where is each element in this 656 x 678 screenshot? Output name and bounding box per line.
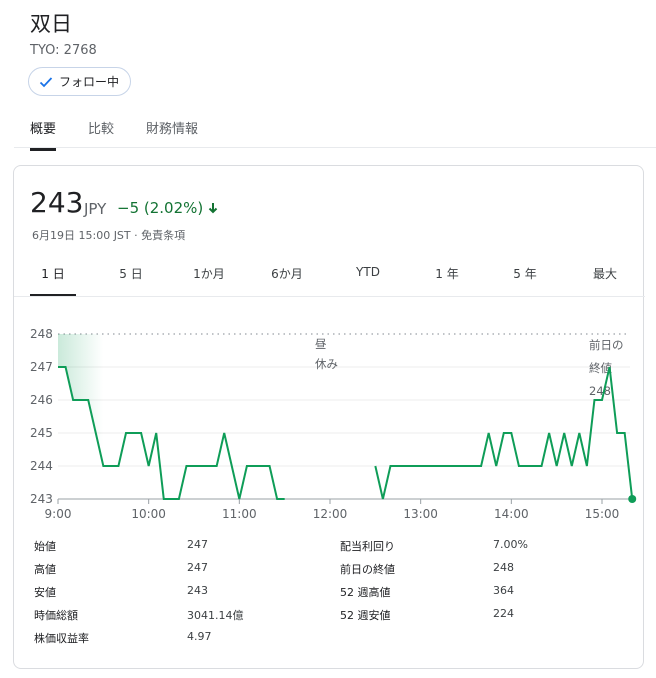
stat-value: 247 <box>187 561 208 574</box>
main-tabs: 概要 比較 財務情報 <box>14 108 656 151</box>
stat-value: 364 <box>493 584 514 597</box>
tab-overview[interactable]: 概要 <box>30 118 57 151</box>
range-6m[interactable]: 6か月 <box>264 265 310 282</box>
follow-button[interactable]: フォロー中 <box>28 67 131 96</box>
range-1d[interactable]: 1 日 <box>30 265 76 282</box>
intraday-chart[interactable]: 248247246245244243前日の終値2489:00 10:00 11:00… <box>14 298 645 528</box>
y-tick-label: 247 <box>30 360 53 374</box>
stat-value: 224 <box>493 607 514 620</box>
current-price: 243 <box>30 186 84 219</box>
range-selector: 1 日 5 日 1か月 6か月 YTD 1 年 5 年 最大 <box>14 252 645 297</box>
stat-value: 4.97 <box>187 630 212 643</box>
range-ytd[interactable]: YTD <box>345 265 391 279</box>
stat-value: 243 <box>187 584 208 597</box>
follow-label: フォロー中 <box>59 75 120 89</box>
stat-52w-high: 52 週高値 364 <box>340 584 620 604</box>
x-tick-label: 15:00 <box>585 507 620 521</box>
stat-value: 247 <box>187 538 208 551</box>
stat-label: 前日の終値 <box>340 563 395 576</box>
quote-timestamp: 6月19日 15:00 JST · 免責条項 <box>32 229 186 242</box>
range-1y[interactable]: 1 年 <box>424 265 470 282</box>
stat-dividend-yield: 配当利回り 7.00% <box>340 538 620 558</box>
stat-label: 時価総額 <box>34 609 78 622</box>
range-5d[interactable]: 5 日 <box>108 265 154 282</box>
previous-close-label: 248 <box>589 384 611 398</box>
stat-value: 248 <box>493 561 514 574</box>
lunch-break-label: 昼 <box>315 337 327 351</box>
stat-high: 高値 247 <box>34 561 314 581</box>
x-tick-label: 10:00 <box>131 507 166 521</box>
y-tick-label: 246 <box>30 393 53 407</box>
y-tick-label: 244 <box>30 459 53 473</box>
previous-close-label: 前日の <box>589 338 624 352</box>
x-tick-label: 11:00 <box>222 507 257 521</box>
check-icon <box>39 76 53 87</box>
last-price-dot <box>628 495 637 503</box>
active-range-indicator <box>30 294 76 296</box>
x-tick-label: 12:00 <box>313 507 348 521</box>
arrow-down-icon <box>209 203 218 214</box>
stat-label: 安値 <box>34 586 56 599</box>
stat-52w-low: 52 週安値 224 <box>340 607 620 627</box>
y-tick-label: 248 <box>30 327 53 341</box>
stat-open: 始値 247 <box>34 538 314 558</box>
stat-value: 3041.14億 <box>187 609 244 622</box>
stat-label: 高値 <box>34 563 56 576</box>
currency: JPY <box>84 200 107 218</box>
stat-label: 始値 <box>34 540 56 553</box>
stat-low: 安値 243 <box>34 584 314 604</box>
range-1m[interactable]: 1か月 <box>186 265 232 282</box>
stat-value: 7.00% <box>493 538 528 551</box>
range-max[interactable]: 最大 <box>582 265 628 282</box>
ticker-symbol: TYO: 2768 <box>30 43 97 58</box>
stat-label: 52 週安値 <box>340 609 391 622</box>
stat-pe-ratio: 株価収益率 4.97 <box>34 630 314 650</box>
stat-label: 株価収益率 <box>34 632 89 645</box>
x-tick-label: 9:00 <box>45 507 72 521</box>
stat-market-cap: 時価総額 3041.14億 <box>34 607 314 627</box>
x-tick-label: 14:00 <box>494 507 529 521</box>
lunch-break-label: 休み <box>315 357 338 371</box>
x-tick-label: 13:00 <box>403 507 438 521</box>
y-tick-label: 245 <box>30 426 53 440</box>
price-change-text: −5 (2.02%) <box>117 199 204 217</box>
company-name: 双日 <box>30 12 72 36</box>
quote-card: 243 JPY −5 (2.02%) 6月19日 15:00 JST · 免責条… <box>13 165 645 669</box>
y-tick-label: 243 <box>30 492 53 506</box>
price-change: −5 (2.02%) <box>117 199 218 217</box>
tab-compare[interactable]: 比較 <box>88 118 114 148</box>
stat-prev-close: 前日の終値 248 <box>340 561 620 581</box>
range-5y[interactable]: 5 年 <box>502 265 548 282</box>
stat-label: 52 週高値 <box>340 586 391 599</box>
tab-financials[interactable]: 財務情報 <box>146 118 198 148</box>
stat-label: 配当利回り <box>340 540 395 553</box>
